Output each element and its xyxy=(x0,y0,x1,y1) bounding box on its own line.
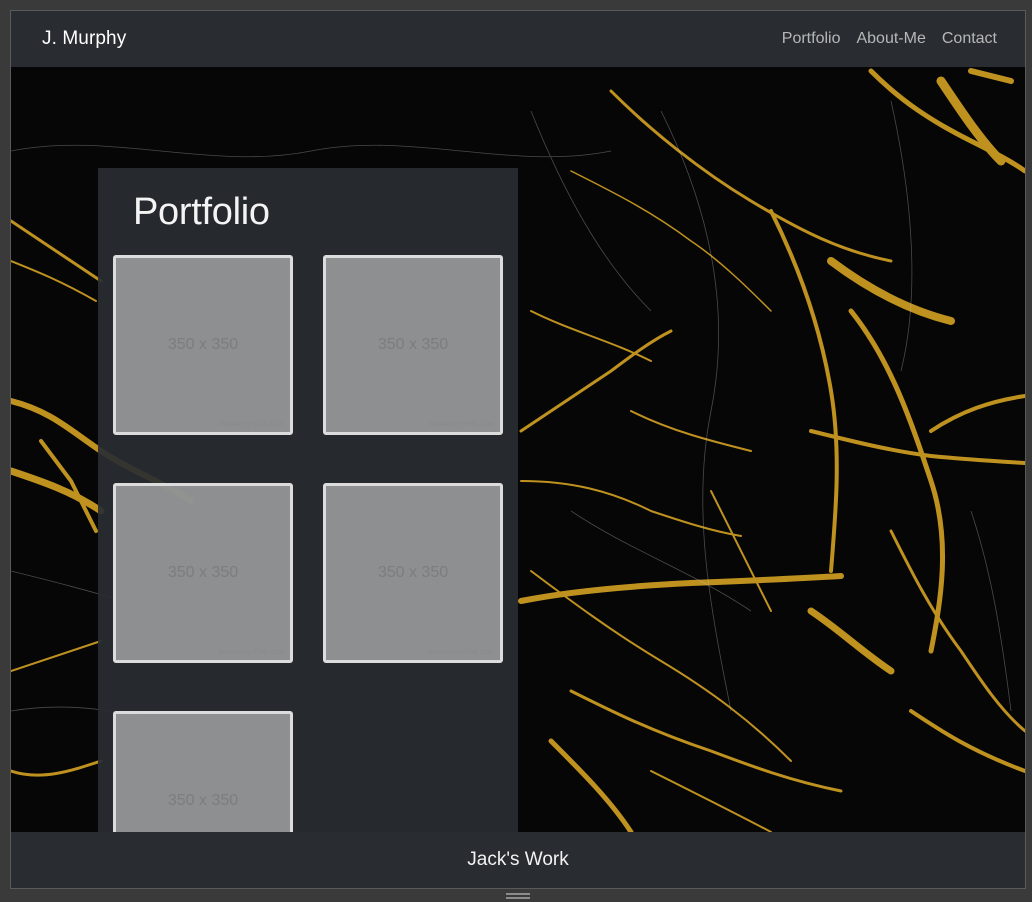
thumbnail-credit: Powered by HTML.COM xyxy=(218,422,284,428)
nav-link-portfolio[interactable]: Portfolio xyxy=(782,30,841,48)
thumbnail-size-label: 350 x 350 xyxy=(377,564,449,581)
page-title: Portfolio xyxy=(133,191,270,233)
thumbnail-credit: Powered by HTML.COM xyxy=(428,650,494,656)
browser-viewport: J. Murphy Portfolio About-Me Contact Por… xyxy=(11,11,1025,888)
resize-handle-icon[interactable] xyxy=(506,893,530,899)
nav-link-about-me[interactable]: About-Me xyxy=(856,30,925,48)
thumbnail-credit: Powered by HTML.COM xyxy=(428,422,494,428)
nav-link-contact[interactable]: Contact xyxy=(942,30,997,48)
brand-logo-link[interactable]: J. Murphy xyxy=(42,28,126,50)
footer-text: Jack's Work xyxy=(467,849,569,870)
portfolio-thumbnail-3[interactable]: 350 x 350 Powered by HTML.COM xyxy=(113,483,293,663)
thumbnail-size-label: 350 x 350 xyxy=(167,336,239,353)
thumbnail-size-label: 350 x 350 xyxy=(377,336,449,353)
portfolio-thumbnail-2[interactable]: 350 x 350 Powered by HTML.COM xyxy=(323,255,503,435)
portfolio-panel: Portfolio 350 x 350 Powered by HTML.COM … xyxy=(98,168,518,888)
top-navbar: J. Murphy Portfolio About-Me Contact xyxy=(11,11,1025,67)
thumbnail-size-label: 350 x 350 xyxy=(167,564,239,581)
portfolio-thumbnail-4[interactable]: 350 x 350 Powered by HTML.COM xyxy=(323,483,503,663)
footer: Jack's Work xyxy=(11,832,1025,888)
portfolio-thumbnail-1[interactable]: 350 x 350 Powered by HTML.COM xyxy=(113,255,293,435)
thumbnail-size-label: 350 x 350 xyxy=(167,792,239,809)
thumbnail-credit: Powered by HTML.COM xyxy=(218,650,284,656)
nav-links: Portfolio About-Me Contact xyxy=(782,30,997,48)
